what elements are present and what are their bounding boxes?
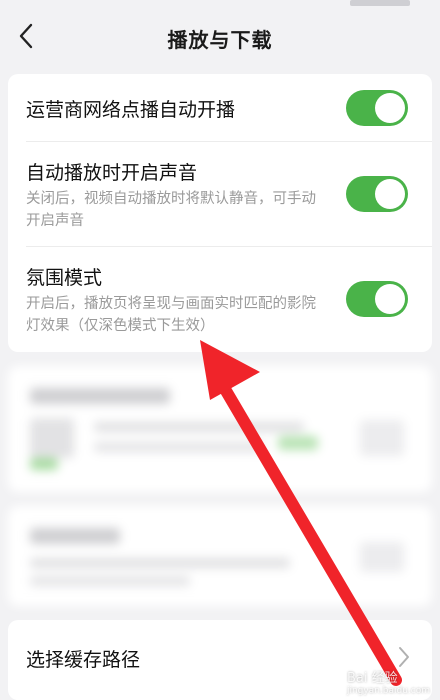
setting-row-autoplay-sound: 自动播放时开启声音 关闭后，视频自动播放时将默认静音，可手动开启声音 xyxy=(8,142,432,246)
carrier-autoplay-toggle[interactable] xyxy=(346,90,408,126)
blurred-title xyxy=(30,388,170,404)
blurred-text xyxy=(94,442,264,452)
playback-settings-card: 运营商网络点播自动开播 自动播放时开启声音 关闭后，视频自动播放时将默认静音，可… xyxy=(8,74,432,352)
status-icons xyxy=(350,0,410,6)
page-title: 播放与下载 xyxy=(167,28,273,52)
blurred-text xyxy=(30,558,290,568)
setting-description: 关闭后，视频自动播放时将默认静音，可手动开启声音 xyxy=(26,191,316,229)
blurred-text xyxy=(94,422,304,432)
status-bar xyxy=(0,0,440,12)
ambient-mode-toggle[interactable] xyxy=(346,281,408,317)
setting-row-carrier-autoplay: 运营商网络点播自动开播 xyxy=(8,74,432,142)
toggle-knob xyxy=(375,93,405,123)
chevron-right-icon xyxy=(399,647,409,667)
cache-path-label: 选择缓存路径 xyxy=(26,649,141,671)
blurred-title xyxy=(30,528,120,544)
blurred-thumbnail xyxy=(30,418,74,458)
setting-title: 运营商网络点播自动开播 xyxy=(26,99,236,121)
toggle-knob xyxy=(375,284,405,314)
autoplay-sound-toggle[interactable] xyxy=(346,176,408,212)
blurred-badge xyxy=(30,458,58,470)
blurred-badge xyxy=(278,436,318,450)
setting-title: 自动播放时开启声音 xyxy=(26,162,198,184)
baidu-watermark: Bai 经验 jingyan.baidu.com xyxy=(347,667,430,696)
setting-description: 开启后，播放页将呈现与画面实时匹配的影院灯效果（仅深色模式下生效） xyxy=(26,296,316,334)
navigation-bar: 播放与下载 xyxy=(0,12,440,62)
setting-title: 氛围模式 xyxy=(26,267,103,289)
blurred-control xyxy=(360,542,404,572)
blurred-text xyxy=(30,576,190,586)
toggle-knob xyxy=(375,179,405,209)
blurred-settings-card xyxy=(8,506,432,606)
blurred-control xyxy=(360,420,404,456)
watermark-url: jingyan.baidu.com xyxy=(346,686,430,696)
setting-row-ambient-mode: 氛围模式 开启后，播放页将呈现与画面实时匹配的影院灯效果（仅深色模式下生效） xyxy=(8,247,432,352)
blurred-settings-card xyxy=(8,366,432,492)
watermark-text: Bai 经验 xyxy=(346,671,398,686)
